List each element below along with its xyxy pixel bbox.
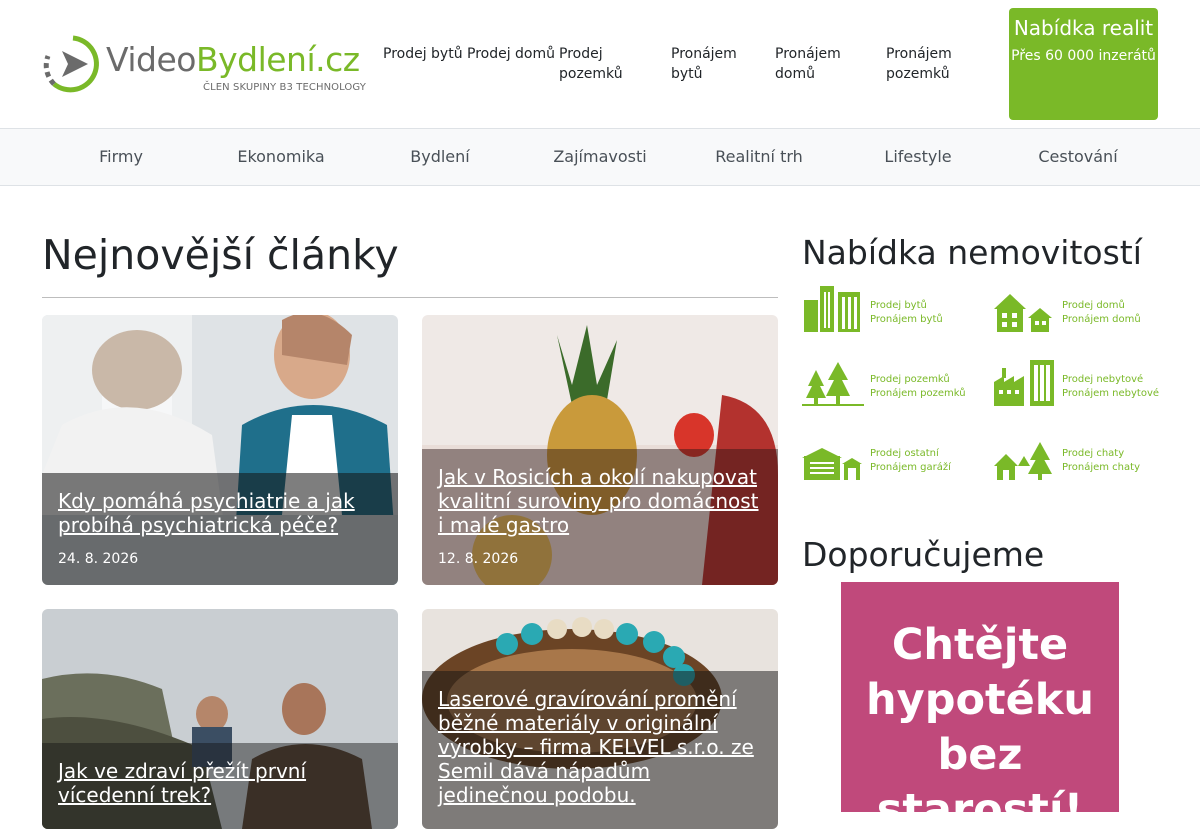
offer-label-sale: Prodej pozemků (870, 374, 950, 385)
offer-label-sale: Prodej chaty (1062, 448, 1125, 459)
offer-nebytove[interactable]: Prodej nebytové Pronájem nebytové (994, 358, 1164, 408)
article-date: 24. 8. 2026 (58, 551, 139, 567)
offer-label-sale: Prodej bytů (870, 300, 927, 311)
category-zajimavosti[interactable]: Zajímavosti (553, 147, 646, 166)
cta-subtitle: Přes 60 000 inzerátů (1011, 48, 1156, 64)
offer-label-rent: Pronájem nebytové (1062, 388, 1160, 399)
offer-pozemky[interactable]: Prodej pozemků Pronájem pozemků (802, 358, 972, 408)
offer-label-rent: Pronájem bytů (870, 314, 943, 325)
offer-domy[interactable]: Prodej domů Pronájem domů (994, 284, 1164, 334)
category-cestovani[interactable]: Cestování (1038, 147, 1117, 166)
article-overlay: Jak ve zdraví přežít první vícedenní tre… (42, 743, 398, 829)
article-card[interactable]: Laserové gravírování promění běžné mater… (422, 609, 778, 829)
houses-icon (994, 294, 1052, 332)
offer-label-sale: Prodej ostatní (870, 448, 939, 459)
site-header: VideoBydlení.cz ČLEN SKUPINY B3 TECHNOLO… (0, 0, 1200, 129)
article-overlay: Jak v Rosicích a okolí nakupovat kvalitn… (422, 449, 778, 585)
article-overlay: Laserové gravírování promění běžné mater… (422, 671, 778, 829)
play-logo-icon (43, 35, 99, 93)
article-title[interactable]: Kdy pomáhá psychiatrie a jak probíhá psy… (42, 489, 398, 537)
article-card[interactable]: Kdy pomáhá psychiatrie a jak probíhá psy… (42, 315, 398, 585)
offer-byty[interactable]: Prodej bytů Pronájem bytů (802, 284, 972, 334)
logo-wordmark: VideoBydlení.cz (106, 40, 360, 79)
latest-articles-heading: Nejnovější články (42, 231, 399, 279)
offer-label-rent: Pronájem garáží (870, 462, 951, 473)
article-overlay: Kdy pomáhá psychiatrie a jak probíhá psy… (42, 473, 398, 585)
article-title[interactable]: Laserové gravírování promění běžné mater… (422, 687, 778, 807)
factory-icon (994, 360, 1054, 406)
article-title[interactable]: Jak v Rosicích a okolí nakupovat kvalitn… (422, 465, 778, 537)
garage-icon (802, 448, 862, 480)
offer-label-rent: Pronájem domů (1062, 314, 1141, 325)
mortgage-ad-banner[interactable]: Chtějte hypotéku bez starostí! (841, 582, 1119, 835)
article-card[interactable]: Jak v Rosicích a okolí nakupovat kvalitn… (422, 315, 778, 585)
category-firmy[interactable]: Firmy (99, 147, 143, 166)
category-ekonomika[interactable]: Ekonomika (237, 147, 324, 166)
property-offer-heading: Nabídka nemovitostí (802, 233, 1142, 272)
apartment-buildings-icon (804, 286, 860, 332)
category-lifestyle[interactable]: Lifestyle (884, 147, 951, 166)
offer-realit-button[interactable]: Nabídka realit Přes 60 000 inzerátů (1009, 8, 1158, 120)
offer-label-rent: Pronájem pozemků (870, 388, 966, 399)
trees-land-icon (802, 362, 864, 406)
nav-pronajem-pozemku[interactable]: Pronájem pozemků (886, 44, 976, 84)
cottage-icon (994, 442, 1052, 480)
site-logo[interactable]: VideoBydlení.cz ČLEN SKUPINY B3 TECHNOLO… (42, 34, 366, 96)
offer-ostatni[interactable]: Prodej ostatní Pronájem garáží (802, 432, 972, 482)
nav-prodej-pozemku[interactable]: Prodej pozemků (559, 44, 649, 84)
cta-title: Nabídka realit (1013, 16, 1154, 40)
article-date: 12. 8. 2026 (438, 551, 519, 567)
nav-pronajem-bytu[interactable]: Pronájem bytů (671, 44, 761, 84)
category-bar: Firmy Ekonomika Bydlení Zajímavosti Real… (0, 129, 1200, 186)
article-card[interactable]: Jak ve zdraví přežít první vícedenní tre… (42, 609, 398, 829)
nav-prodej-domu[interactable]: Prodej domů (467, 44, 557, 64)
logo-tagline: ČLEN SKUPINY B3 TECHNOLOGY (203, 82, 366, 93)
offer-chaty[interactable]: Prodej chaty Pronájem chaty (994, 432, 1164, 482)
offer-label-sale: Prodej domů (1062, 300, 1125, 311)
recommended-heading: Doporučujeme (802, 535, 1045, 574)
offer-label-sale: Prodej nebytové (1062, 374, 1144, 385)
offer-label-rent: Pronájem chaty (1062, 462, 1140, 473)
nav-prodej-bytu[interactable]: Prodej bytů (383, 44, 473, 64)
category-realitni-trh[interactable]: Realitní trh (715, 147, 803, 166)
divider (42, 297, 778, 298)
nav-pronajem-domu[interactable]: Pronájem domů (775, 44, 865, 84)
category-bydleni[interactable]: Bydlení (410, 147, 469, 166)
